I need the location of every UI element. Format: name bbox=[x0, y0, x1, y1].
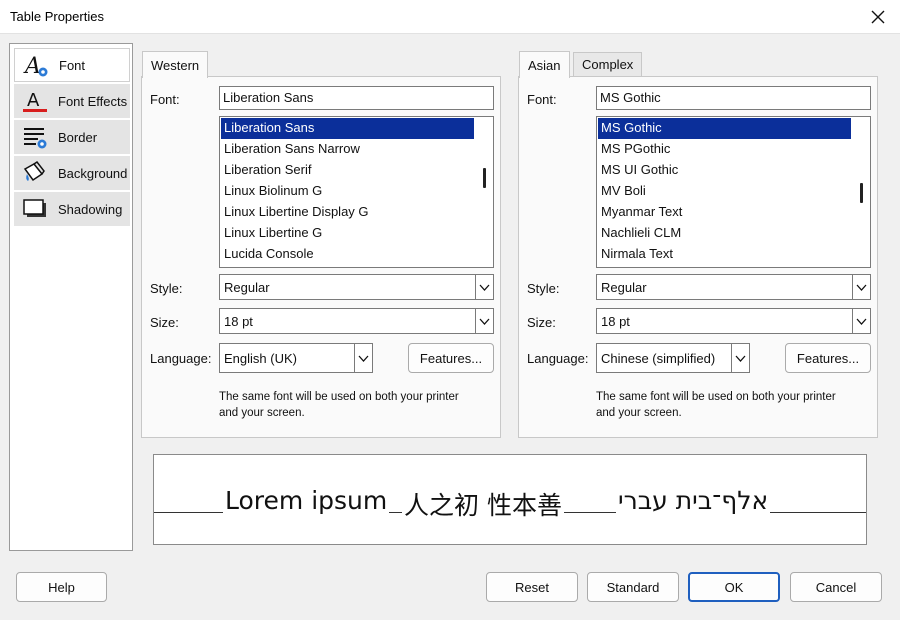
close-button[interactable] bbox=[856, 0, 900, 34]
size-label: Size: bbox=[527, 315, 556, 330]
font-effects-icon: A bbox=[22, 88, 48, 114]
western-features-button[interactable]: Features... bbox=[408, 343, 494, 373]
sidebar-item-font-effects[interactable]: A Font Effects bbox=[14, 84, 130, 118]
standard-button[interactable]: Standard bbox=[587, 572, 679, 602]
western-style-select[interactable]: Regular bbox=[219, 274, 494, 300]
list-scrollbar-thumb[interactable] bbox=[483, 168, 486, 188]
western-font-note: The same font will be used on both your … bbox=[219, 389, 497, 421]
style-label: Style: bbox=[150, 281, 183, 296]
list-item[interactable]: Myanmar Text bbox=[598, 202, 685, 223]
list-item[interactable]: Nirmala Text bbox=[598, 244, 676, 265]
close-icon bbox=[871, 10, 885, 24]
asian-font-note: The same font will be used on both your … bbox=[596, 389, 874, 421]
chevron-down-icon bbox=[354, 344, 372, 372]
cancel-button[interactable]: Cancel bbox=[790, 572, 882, 602]
sidebar-item-label: Shadowing bbox=[58, 201, 123, 217]
list-item[interactable]: Liberation Sans Narrow bbox=[221, 139, 363, 160]
sidebar-item-border[interactable]: Border bbox=[14, 120, 130, 154]
asian-style-select[interactable]: Regular bbox=[596, 274, 871, 300]
western-font-panel: Font: Liberation Sans Liberation Sans Li… bbox=[141, 76, 501, 438]
language-label: Language: bbox=[150, 351, 212, 366]
sidebar-item-label: Border bbox=[58, 129, 98, 145]
list-item[interactable]: Nachlieli CLM bbox=[598, 223, 684, 244]
font-icon: A bbox=[23, 52, 49, 79]
language-value: English (UK) bbox=[224, 351, 297, 366]
note-line: The same font will be used on both your … bbox=[596, 391, 836, 403]
list-item[interactable]: MS Gothic bbox=[598, 118, 851, 139]
sidebar-item-background[interactable]: Background bbox=[14, 156, 130, 190]
language-label: Language: bbox=[527, 351, 589, 366]
chevron-down-icon bbox=[852, 309, 870, 333]
category-sidebar: A Font A Font Effects Border Background … bbox=[9, 43, 133, 551]
preview-complex-text: אלף־בית עברי bbox=[616, 486, 771, 515]
sidebar-item-label: Background bbox=[58, 165, 128, 181]
size-value: 18 pt bbox=[601, 314, 630, 329]
list-item[interactable]: MS PGothic bbox=[598, 139, 673, 160]
chevron-down-icon bbox=[475, 309, 493, 333]
tab-asian[interactable]: Asian bbox=[519, 51, 570, 78]
asian-font-input[interactable]: MS Gothic bbox=[596, 86, 871, 110]
preview-asian-text: 人之初 性本善 bbox=[402, 486, 564, 522]
asian-font-list[interactable]: MS Gothic MS PGothic MS UI Gothic MV Bol… bbox=[596, 116, 871, 268]
size-label: Size: bbox=[150, 315, 179, 330]
list-item[interactable]: MV Boli bbox=[598, 181, 649, 202]
list-item[interactable]: Lucida Console bbox=[221, 244, 317, 265]
font-preview: Lorem ipsum 人之初 性本善 אלף־בית עברי bbox=[153, 454, 867, 545]
note-line: and your screen. bbox=[219, 407, 305, 419]
border-icon bbox=[22, 124, 48, 150]
window-title: Table Properties bbox=[10, 9, 104, 24]
svg-text:A: A bbox=[23, 54, 41, 78]
title-bar: Table Properties bbox=[0, 0, 900, 34]
sidebar-item-label: Font Effects bbox=[58, 93, 128, 109]
note-line: and your screen. bbox=[596, 407, 682, 419]
chevron-down-icon bbox=[475, 275, 493, 299]
style-label: Style: bbox=[527, 281, 560, 296]
chevron-down-icon bbox=[852, 275, 870, 299]
list-scrollbar-thumb[interactable] bbox=[860, 183, 863, 203]
asian-size-select[interactable]: 18 pt bbox=[596, 308, 871, 334]
background-icon bbox=[22, 160, 48, 186]
font-label: Font: bbox=[150, 92, 180, 107]
asian-features-button[interactable]: Features... bbox=[785, 343, 871, 373]
preview-western-text: Lorem ipsum bbox=[223, 486, 390, 515]
chevron-down-icon bbox=[731, 344, 749, 372]
list-item[interactable]: Liberation Sans bbox=[221, 118, 474, 139]
style-value: Regular bbox=[224, 280, 270, 295]
font-label: Font: bbox=[527, 92, 557, 107]
list-item[interactable]: Liberation Serif bbox=[221, 160, 314, 181]
sidebar-item-font[interactable]: A Font bbox=[14, 48, 130, 82]
list-item[interactable]: Linux Biolinum G bbox=[221, 181, 325, 202]
western-language-select[interactable]: English (UK) bbox=[219, 343, 373, 373]
svg-text:A: A bbox=[27, 90, 40, 111]
size-value: 18 pt bbox=[224, 314, 253, 329]
list-item[interactable]: Linux Libertine Display G bbox=[221, 202, 372, 223]
tab-western[interactable]: Western bbox=[142, 51, 209, 78]
list-item[interactable]: MS UI Gothic bbox=[598, 160, 681, 181]
western-font-list[interactable]: Liberation Sans Liberation Sans Narrow L… bbox=[219, 116, 494, 268]
note-line: The same font will be used on both your … bbox=[219, 391, 459, 403]
western-font-input[interactable]: Liberation Sans bbox=[219, 86, 494, 110]
language-value: Chinese (simplified) bbox=[601, 351, 716, 366]
sidebar-item-shadowing[interactable]: Shadowing bbox=[14, 192, 130, 226]
asian-font-panel: Font: MS Gothic MS Gothic MS PGothic MS … bbox=[518, 76, 878, 438]
list-item[interactable]: Linux Libertine G bbox=[221, 223, 325, 244]
tab-complex[interactable]: Complex bbox=[573, 52, 643, 76]
style-value: Regular bbox=[601, 280, 647, 295]
ok-button[interactable]: OK bbox=[688, 572, 780, 602]
help-button[interactable]: Help bbox=[16, 572, 107, 602]
sidebar-item-label: Font bbox=[59, 57, 86, 73]
shadowing-icon bbox=[22, 196, 48, 222]
asian-language-select[interactable]: Chinese (simplified) bbox=[596, 343, 750, 373]
reset-button[interactable]: Reset bbox=[486, 572, 578, 602]
western-size-select[interactable]: 18 pt bbox=[219, 308, 494, 334]
